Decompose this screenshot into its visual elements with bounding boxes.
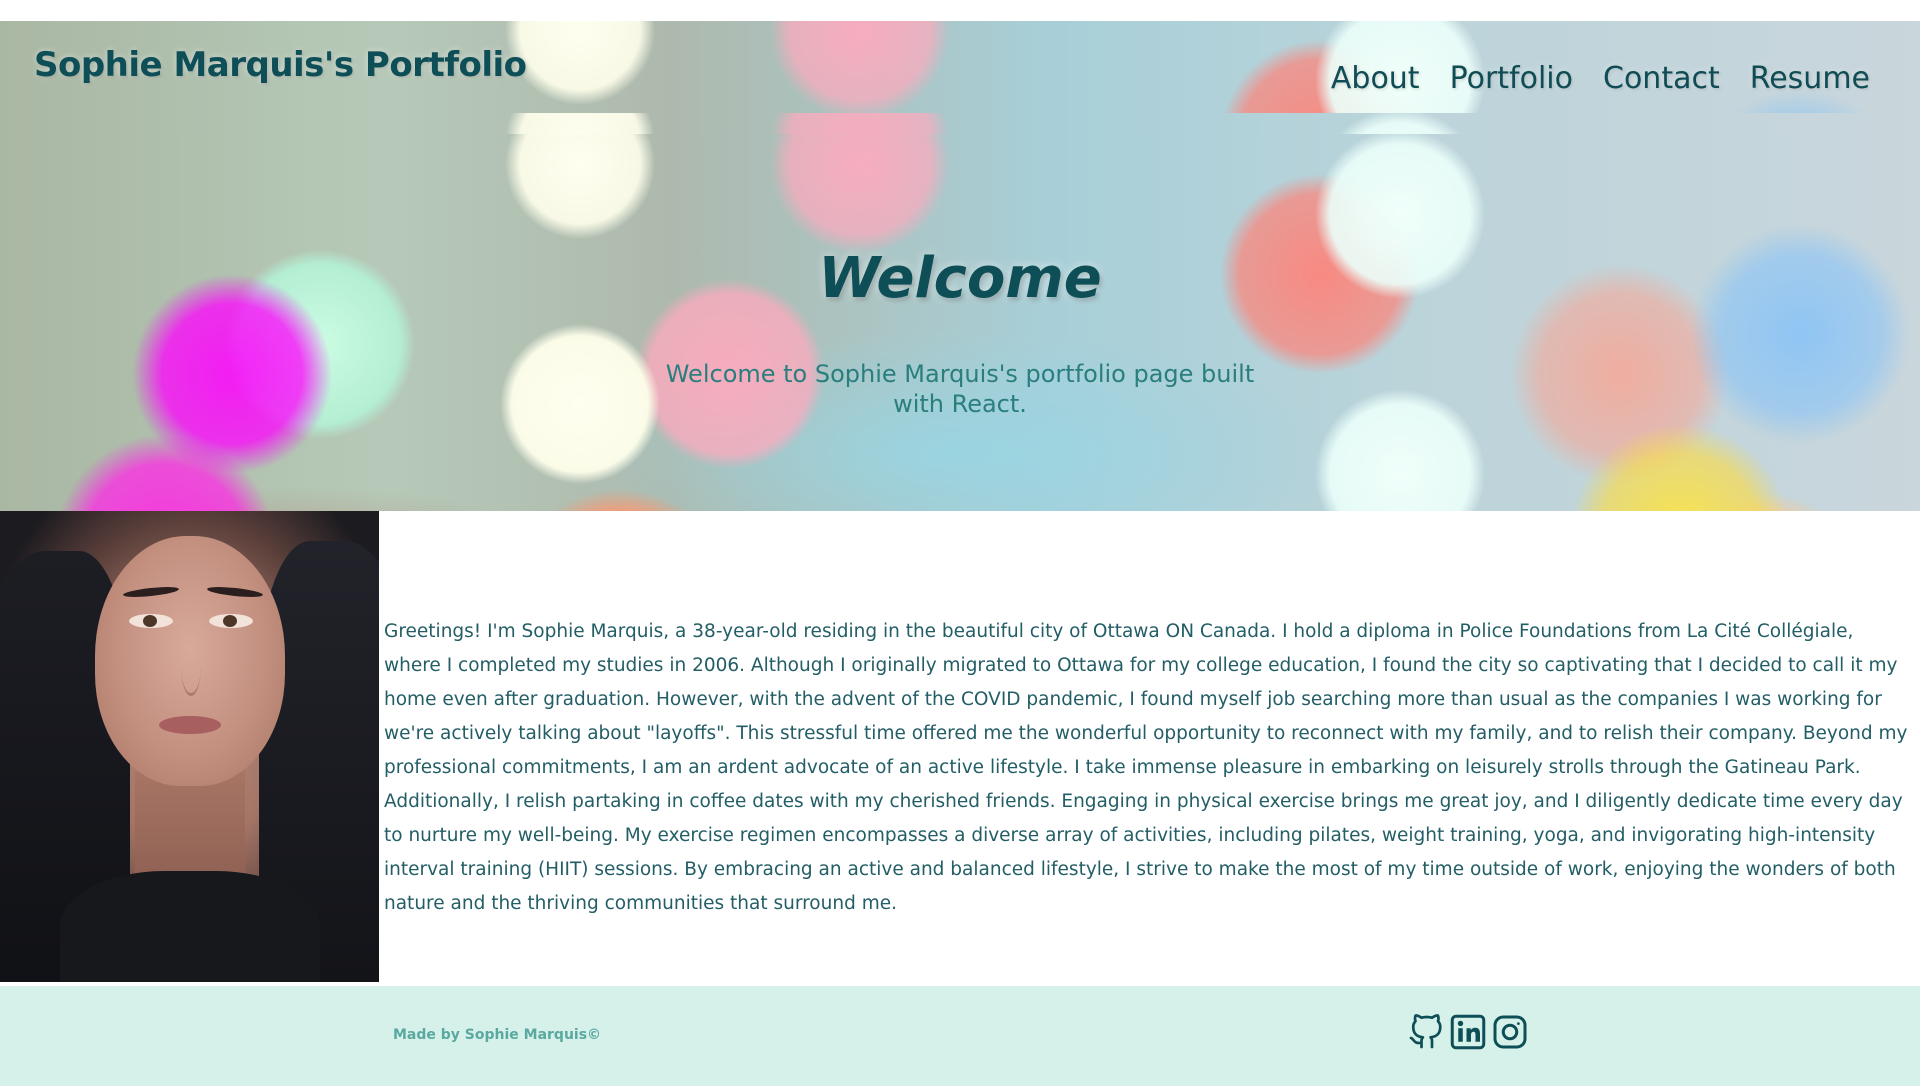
hero-subheading: Welcome to Sophie Marquis's portfolio pa… bbox=[665, 360, 1255, 418]
nav-link-contact[interactable]: Contact bbox=[1603, 61, 1720, 96]
site-header: Sophie Marquis's Portfolio About Portfol… bbox=[0, 21, 1920, 134]
about-section: Greetings! I'm Sophie Marquis, a 38-year… bbox=[0, 511, 1920, 982]
footer-credit: Made by Sophie Marquis© bbox=[393, 1027, 602, 1043]
nav-link-about[interactable]: About bbox=[1331, 61, 1420, 96]
nav-link-resume[interactable]: Resume bbox=[1750, 61, 1870, 96]
hero-heading: Welcome bbox=[818, 246, 1102, 311]
nav-link-portfolio[interactable]: Portfolio bbox=[1450, 61, 1573, 96]
linkedin-icon bbox=[1450, 1014, 1486, 1050]
instagram-icon bbox=[1493, 1015, 1527, 1049]
site-title: Sophie Marquis's Portfolio bbox=[34, 45, 527, 85]
social-links bbox=[1408, 1014, 1528, 1050]
github-link[interactable] bbox=[1408, 1014, 1444, 1050]
profile-photo bbox=[0, 511, 379, 982]
bio-text: Greetings! I'm Sophie Marquis, a 38-year… bbox=[384, 621, 1908, 914]
main-nav: About Portfolio Contact Resume bbox=[1331, 61, 1870, 96]
github-icon bbox=[1409, 1014, 1442, 1049]
linkedin-link[interactable] bbox=[1450, 1014, 1486, 1050]
instagram-link[interactable] bbox=[1492, 1014, 1528, 1050]
site-footer: Made by Sophie Marquis© bbox=[0, 986, 1920, 1086]
hero-section: Welcome Welcome to Sophie Marquis's port… bbox=[0, 134, 1920, 511]
